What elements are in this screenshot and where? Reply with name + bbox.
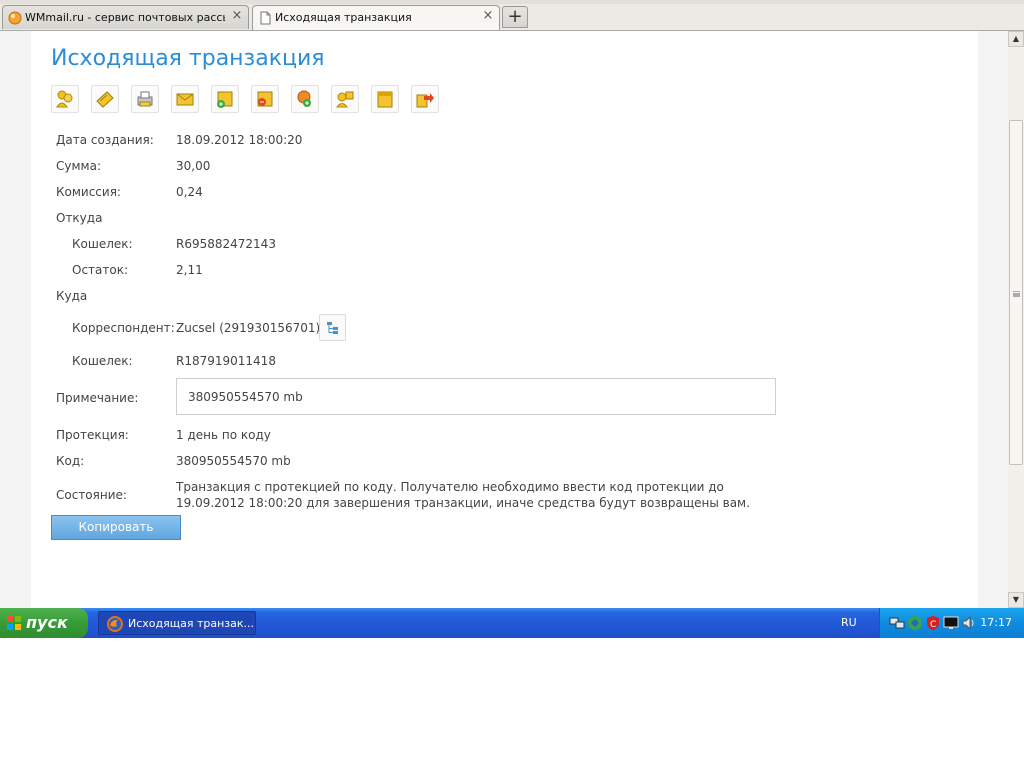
page-content: Исходящая транзакция Дата создания: 18.0… xyxy=(31,31,978,608)
monitor-icon[interactable] xyxy=(943,615,959,631)
new-tab-button[interactable]: + xyxy=(502,6,528,28)
invoice-remove-icon xyxy=(257,91,273,107)
fee-value: 0,24 xyxy=(176,185,203,199)
start-label: пуск xyxy=(26,613,68,632)
transfer-icon xyxy=(416,93,434,108)
from-section-label: Откуда xyxy=(56,211,103,225)
invoice-remove-button[interactable] xyxy=(251,85,279,113)
correspondent-label: Корреспондент: xyxy=(72,321,175,335)
wallet-button[interactable] xyxy=(91,85,119,113)
clock[interactable]: 17:17 xyxy=(980,616,1012,629)
start-button[interactable]: пуск xyxy=(0,608,88,638)
windows-flag-icon xyxy=(7,616,21,630)
correspondent-info-button[interactable] xyxy=(319,314,346,341)
tab-close-icon[interactable]: × xyxy=(481,9,495,23)
payment-add-button[interactable] xyxy=(291,85,319,113)
amount-value: 30,00 xyxy=(176,159,211,173)
messages-icon xyxy=(176,93,194,106)
state-label: Состояние: xyxy=(56,488,127,502)
page-favicon-icon xyxy=(260,11,271,25)
tabstrip-edge xyxy=(0,0,1024,4)
tab-wmmail[interactable]: WMmail.ru - сервис почтовых рассылок... … xyxy=(2,5,249,29)
users-button[interactable] xyxy=(51,85,79,113)
messages-button[interactable] xyxy=(171,85,199,113)
browser-viewport: Исходящая транзакция Дата создания: 18.0… xyxy=(0,31,1008,608)
archive-button[interactable] xyxy=(371,85,399,113)
system-tray: C 17:17 xyxy=(879,608,1024,638)
payment-add-icon xyxy=(297,90,311,107)
code-value: 380950554570 mb xyxy=(176,454,291,468)
vertical-scrollbar[interactable]: ▲ ▼ xyxy=(1008,31,1024,608)
update-icon[interactable] xyxy=(907,615,923,631)
wallet-icon xyxy=(96,91,114,108)
balance-label: Остаток: xyxy=(72,263,129,277)
wmmail-favicon-icon xyxy=(8,11,22,25)
blank-area xyxy=(0,638,1024,768)
tab-title: Исходящая транзакция xyxy=(275,11,412,24)
created-value: 18.09.2012 18:00:20 xyxy=(176,133,303,147)
correspondent-value: Zucsel (291930156701) xyxy=(176,321,321,335)
grip-icon xyxy=(1013,291,1020,293)
tab-close-icon[interactable]: × xyxy=(230,9,244,23)
tab-outgoing-transaction[interactable]: Исходящая транзакция × xyxy=(252,5,500,30)
tab-title: WMmail.ru - сервис почтовых рассылок... xyxy=(25,11,225,24)
scrollbar-thumb[interactable] xyxy=(1009,120,1023,465)
tree-icon xyxy=(327,322,338,334)
network-icon[interactable] xyxy=(889,615,905,631)
scroll-up-icon[interactable]: ▲ xyxy=(1008,31,1024,47)
to-wallet-value: R187919011418 xyxy=(176,354,276,368)
state-value: Транзакция с протекцией по коду. Получат… xyxy=(176,480,750,510)
fee-label: Комиссия: xyxy=(56,185,121,199)
antivirus-icon[interactable]: C xyxy=(925,615,941,631)
copy-button[interactable]: Копировать xyxy=(51,515,181,540)
amount-label: Сумма: xyxy=(56,159,101,173)
contacts-icon xyxy=(336,91,354,108)
note-label: Примечание: xyxy=(56,391,139,405)
note-field[interactable]: 380950554570 mb xyxy=(176,378,776,415)
invoice-add-icon xyxy=(217,91,233,108)
protection-label: Протекция: xyxy=(56,428,129,442)
svg-text:C: C xyxy=(930,620,936,630)
taskbar: пуск Исходящая транзак... RU C 17:17 xyxy=(0,608,1024,638)
balance-value: 2,11 xyxy=(176,263,203,277)
created-label: Дата создания: xyxy=(56,133,154,147)
scroll-down-icon[interactable]: ▼ xyxy=(1008,592,1024,608)
transfer-button[interactable] xyxy=(411,85,439,113)
from-wallet-label: Кошелек: xyxy=(72,237,133,251)
print-button[interactable] xyxy=(131,85,159,113)
firefox-icon xyxy=(107,616,123,632)
printer-icon xyxy=(137,91,153,107)
from-wallet-value: R695882472143 xyxy=(176,237,276,251)
users-icon xyxy=(56,90,73,108)
page-title: Исходящая транзакция xyxy=(51,46,325,71)
note-value: 380950554570 mb xyxy=(188,390,303,404)
taskbar-window-button[interactable]: Исходящая транзак... xyxy=(98,611,256,635)
code-label: Код: xyxy=(56,454,85,468)
to-section-label: Куда xyxy=(56,289,88,303)
protection-value: 1 день по коду xyxy=(176,428,271,442)
volume-icon[interactable] xyxy=(961,615,977,631)
contacts-button[interactable] xyxy=(331,85,359,113)
archive-icon xyxy=(377,91,393,108)
language-indicator[interactable]: RU xyxy=(841,616,857,629)
to-wallet-label: Кошелек: xyxy=(72,354,133,368)
browser-tab-strip: WMmail.ru - сервис почтовых рассылок... … xyxy=(0,0,1024,31)
taskbar-window-label: Исходящая транзак... xyxy=(128,617,255,630)
invoice-add-button[interactable] xyxy=(211,85,239,113)
